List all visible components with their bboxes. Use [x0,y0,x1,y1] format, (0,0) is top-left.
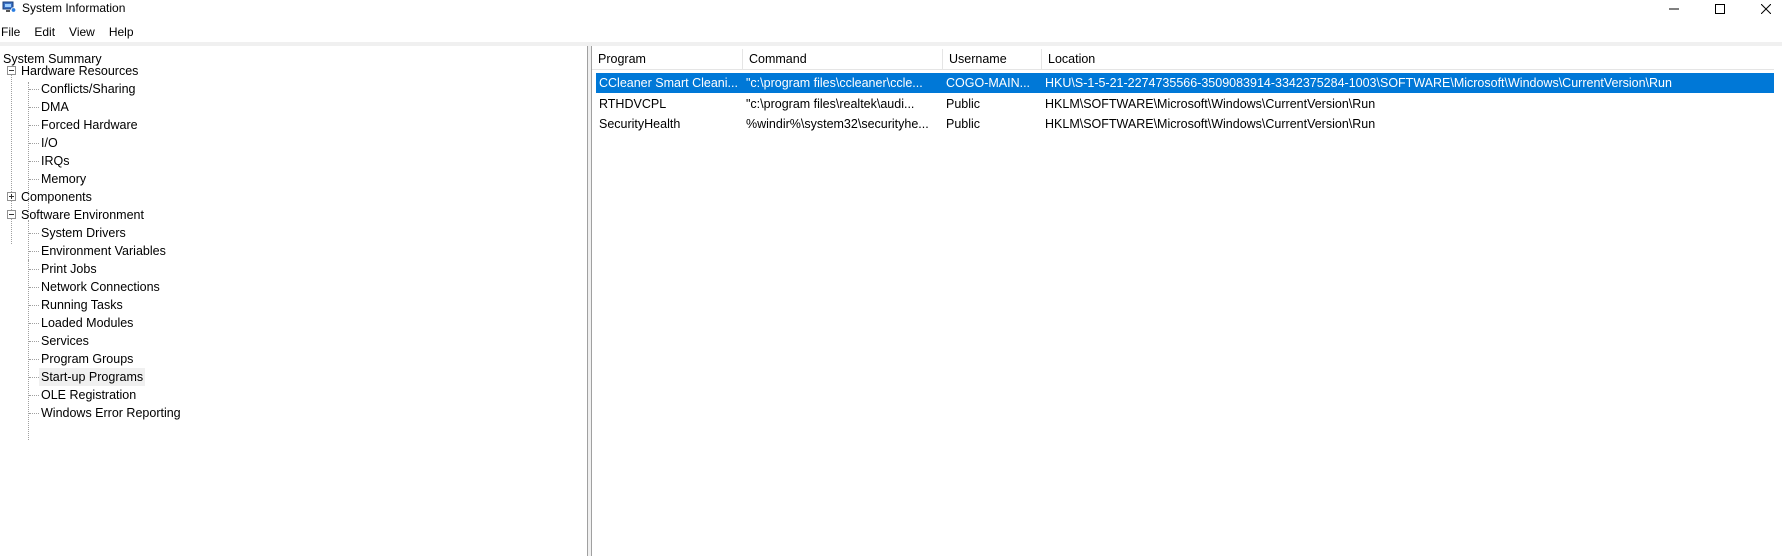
maximize-button[interactable] [1697,0,1743,17]
tree-connector [29,161,39,162]
tree-connector [29,341,39,342]
minimize-button[interactable] [1651,0,1697,17]
cell-username: COGO-MAIN... [946,76,1031,90]
tree-connector [28,220,29,406]
cell-command: %windir%\system32\securityhe... [746,117,929,131]
menu-edit[interactable]: Edit [34,22,68,42]
tree-connector [29,233,39,234]
tree-item-program-groups[interactable]: Program Groups [41,350,133,368]
list-header: Program Command Username Location [592,49,1774,70]
tree-item-system-drivers[interactable]: System Drivers [41,224,126,242]
tree-connector [29,359,39,360]
tree-connector [29,305,39,306]
tree-item-software-environment[interactable]: Software Environment [21,206,144,224]
tree-item-running-tasks[interactable]: Running Tasks [41,296,123,314]
tree-item-environment-variables[interactable]: Environment Variables [41,242,166,260]
menu-help[interactable]: Help [109,22,142,42]
tree-item-ole-registration[interactable]: OLE Registration [41,386,136,404]
cell-command: "c:\program files\ccleaner\ccle... [746,76,923,90]
tree-connector [29,125,39,126]
title-bar: System Information [0,0,1782,17]
tree-item-components[interactable]: Components [21,188,92,206]
tree-item-hardware-resources[interactable]: Hardware Resources [21,62,138,80]
startup-programs-list: Program Command Username Location CClean… [592,46,1782,556]
tree-item-conflicts-sharing[interactable]: Conflicts/Sharing [41,80,136,98]
tree-item-print-jobs[interactable]: Print Jobs [41,260,97,278]
tree-connector [29,89,39,90]
column-header-location[interactable]: Location [1042,49,1774,69]
column-header-username[interactable]: Username [943,49,1042,69]
cell-username: Public [946,97,981,111]
menu-view[interactable]: View [69,22,108,42]
cell-location: HKLM\SOFTWARE\Microsoft\Windows\CurrentV… [1045,117,1376,131]
window-title: System Information [22,1,126,15]
tree-connector [29,413,39,414]
tree-item-loaded-modules[interactable]: Loaded Modules [41,314,133,332]
category-tree: System Summary Hardware Resources Confli… [0,46,587,556]
table-row[interactable]: SecurityHealth %windir%\system32\securit… [596,114,1774,134]
maximize-icon [1715,3,1725,14]
collapse-software-icon[interactable] [7,210,16,219]
tree-item-services[interactable]: Services [41,332,89,350]
column-header-program[interactable]: Program [592,49,743,69]
tree-item-irqs[interactable]: IRQs [41,152,69,170]
cell-location: HKU\S-1-5-21-2274735566-3509083914-33423… [1045,76,1672,90]
tree-connector [29,107,39,108]
menu-file[interactable]: File [1,22,33,42]
tree-connector [29,395,39,396]
cell-program: CCleaner Smart Cleani... [599,76,738,90]
tree-connector [29,179,39,180]
cell-program: SecurityHealth [599,117,681,131]
tree-item-dma[interactable]: DMA [41,98,69,116]
tree-connector [29,269,39,270]
close-icon [1761,3,1771,14]
expand-components-icon[interactable] [7,192,16,201]
tree-item-forced-hardware[interactable]: Forced Hardware [41,116,138,134]
cell-username: Public [946,117,981,131]
table-row[interactable]: CCleaner Smart Cleani... "c:\program fil… [596,73,1774,93]
tree-item-windows-error-reporting[interactable]: Windows Error Reporting [41,404,181,422]
menu-bar: File Edit View Help [0,22,142,42]
tree-connector [29,323,39,324]
table-row[interactable]: RTHDVCPL "c:\program files\realtek\audi.… [596,94,1774,114]
column-header-command[interactable]: Command [743,49,943,69]
tree-connector [29,287,39,288]
close-button[interactable] [1743,0,1782,17]
tree-item-network-connections[interactable]: Network Connections [41,278,160,296]
tree-item-io[interactable]: I/O [41,134,58,152]
system-information-app-icon [2,1,17,13]
cell-program: RTHDVCPL [599,97,667,111]
tree-connector [29,377,39,378]
tree-item-startup-programs[interactable]: Start-up Programs [39,368,146,386]
tree-connector [29,251,39,252]
minimize-icon [1669,8,1679,9]
cell-command: "c:\program files\realtek\audi... [746,97,915,111]
cell-location: HKLM\SOFTWARE\Microsoft\Windows\CurrentV… [1045,97,1376,111]
tree-connector [29,143,39,144]
collapse-hardware-icon[interactable] [7,66,16,75]
tree-item-memory[interactable]: Memory [41,170,86,188]
